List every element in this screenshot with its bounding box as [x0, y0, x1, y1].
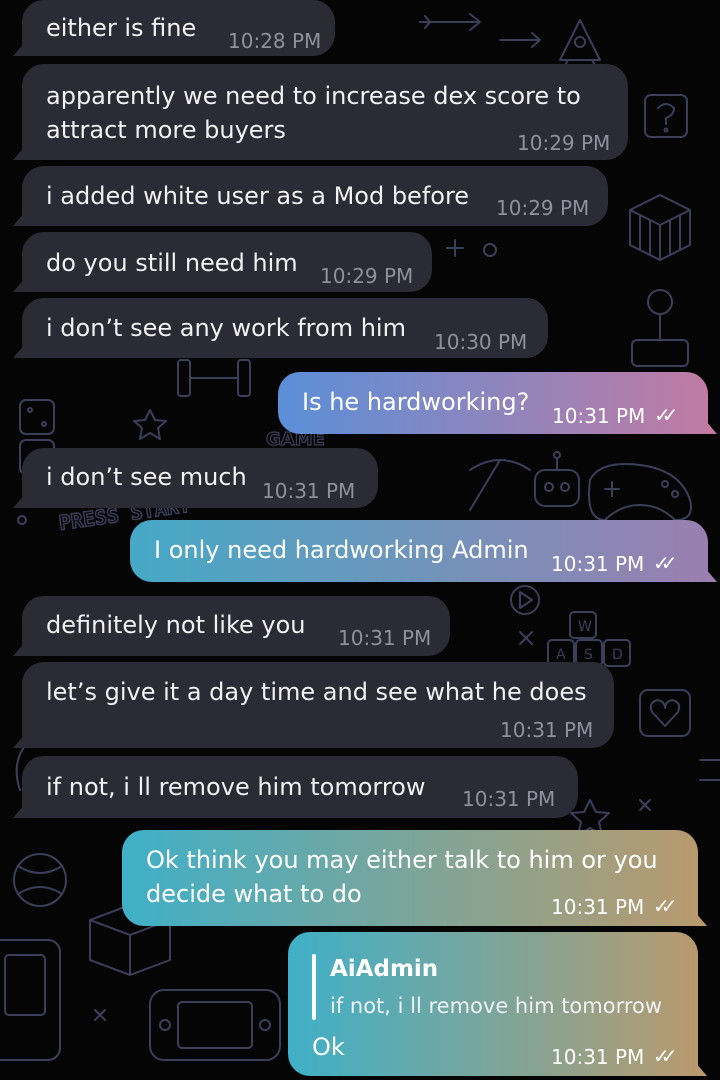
message-bubble-incoming[interactable]: do you still need him 10:29 PM	[13, 232, 432, 292]
robot-icon	[534, 451, 580, 507]
message-timestamp: 10:31 PM	[551, 552, 645, 576]
read-receipt-icon: ✓✓	[653, 551, 677, 575]
key-a-label: A	[556, 647, 566, 663]
message-timestamp: 10:29 PM	[496, 196, 590, 220]
message-text: apparently we need to increase dex score…	[46, 82, 581, 110]
key-s-label: S	[584, 647, 593, 663]
arrow-icon	[499, 32, 541, 48]
message-timestamp: 10:29 PM	[320, 264, 414, 288]
handheld-console-icon	[0, 939, 61, 1061]
key-d-label: D	[612, 647, 623, 663]
message-bubble-incoming[interactable]: i added white user as a Mod before 10:29…	[13, 166, 608, 226]
message-text: i added white user as a Mod before	[46, 182, 470, 210]
message-text: decide what to do	[146, 880, 362, 908]
message-bubble-outgoing[interactable]: Ok think you may either talk to him or y…	[122, 830, 707, 926]
message-text: Is he hardworking?	[302, 388, 530, 416]
message-bubble-outgoing-reply[interactable]: AiAdmin if not, i ll remove him tomorrow…	[288, 932, 707, 1076]
message-bubble-outgoing[interactable]: Is he hardworking? 10:31 PM ✓✓	[278, 372, 717, 434]
read-receipt-icon: ✓✓	[653, 1044, 677, 1068]
reply-quote-bar	[312, 954, 316, 1020]
message-text: attract more buyers	[46, 116, 286, 144]
message-text: i don’t see much	[46, 463, 247, 491]
message-timestamp: 10:31 PM	[551, 895, 645, 919]
message-timestamp: 10:31 PM	[338, 626, 432, 650]
reply-quoted-text[interactable]: if not, i ll remove him tomorrow	[330, 989, 662, 1023]
message-timestamp: 10:29 PM	[517, 131, 611, 155]
message-bubble-incoming[interactable]: i don’t see much 10:31 PM	[13, 448, 378, 508]
message-timestamp: 10:31 PM	[552, 404, 646, 428]
message-text: i don’t see any work from him	[46, 314, 406, 342]
message-bubble-incoming[interactable]: if not, i ll remove him tomorrow 10:31 P…	[13, 756, 578, 818]
message-bubble-incoming[interactable]: let’s give it a day time and see what he…	[13, 662, 614, 748]
message-bubble-incoming[interactable]: i don’t see any work from him 10:30 PM	[13, 298, 548, 358]
message-bubble-outgoing[interactable]: I only need hardworking Admin 10:31 PM ✓…	[130, 520, 717, 582]
game-controller-icon	[588, 463, 692, 521]
message-text: let’s give it a day time and see what he…	[46, 678, 587, 706]
message-timestamp: 10:28 PM	[228, 29, 322, 53]
tennis-ball-icon	[13, 853, 67, 907]
message-text: Ok	[312, 1033, 345, 1061]
message-text: if not, i ll remove him tomorrow	[46, 773, 426, 801]
message-timestamp: 10:31 PM	[551, 1045, 645, 1069]
message-text: definitely not like you	[46, 611, 306, 639]
message-text: do you still need him	[46, 249, 298, 277]
message-timestamp: 10:31 PM	[462, 787, 556, 811]
message-timestamp: 10:30 PM	[434, 330, 528, 354]
message-bubble-incoming[interactable]: definitely not like you 10:31 PM	[13, 596, 450, 656]
joystick-icon	[631, 289, 689, 367]
arrow-icon	[419, 13, 481, 31]
message-text: either is fine	[46, 14, 197, 42]
play-button-icon	[510, 585, 540, 615]
message-timestamp: 10:31 PM	[500, 718, 594, 742]
message-timestamp: 10:31 PM	[262, 479, 356, 503]
handheld-console-icon	[149, 989, 281, 1061]
rubiks-cube-icon	[629, 194, 691, 261]
pickaxe-icon	[469, 459, 531, 511]
read-receipt-icon: ✓✓	[654, 403, 678, 427]
read-receipt-icon: ✓✓	[653, 894, 677, 918]
heart-icon	[639, 689, 691, 737]
reply-sender-name[interactable]: AiAdmin	[330, 952, 438, 986]
dumbbell-icon	[177, 359, 251, 397]
star-icon	[133, 409, 167, 440]
message-bubble-incoming[interactable]: apparently we need to increase dex score…	[13, 64, 628, 160]
question-block-icon	[644, 94, 688, 138]
message-text: I only need hardworking Admin	[154, 536, 529, 564]
message-bubble-incoming[interactable]: either is fine 10:28 PM	[13, 0, 335, 56]
message-text: Ok think you may either talk to him or y…	[146, 846, 658, 874]
key-w-label: W	[578, 619, 592, 635]
